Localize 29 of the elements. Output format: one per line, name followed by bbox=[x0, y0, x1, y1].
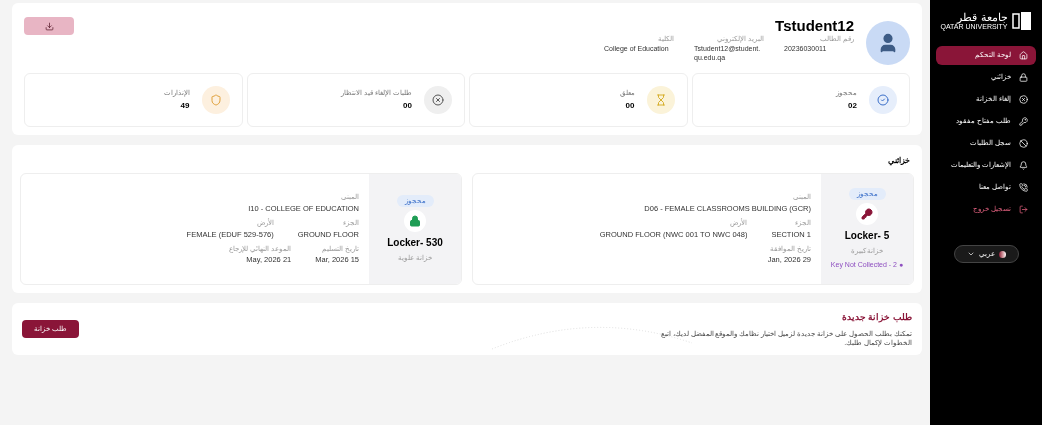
cancel-icon bbox=[432, 94, 444, 106]
key-icon bbox=[861, 208, 873, 221]
stat-value: 02 bbox=[848, 100, 857, 113]
logout-icon bbox=[1019, 205, 1028, 214]
stat-value: 00 bbox=[403, 100, 412, 113]
stat-value: 49 bbox=[180, 100, 190, 113]
section-title: خزائني bbox=[887, 155, 911, 167]
flag-icon bbox=[998, 250, 1006, 258]
student-name: Tstudent12 bbox=[774, 17, 854, 36]
section-title: طلب خزانة جديدة bbox=[842, 311, 912, 325]
shield-icon bbox=[209, 94, 222, 106]
locker-name: Locker- 5 bbox=[844, 229, 890, 244]
download-button[interactable] bbox=[24, 17, 74, 35]
logo-text: جامعة قطر bbox=[957, 12, 1008, 23]
lock-icon bbox=[409, 215, 421, 227]
chevron-down-icon bbox=[966, 250, 975, 258]
cancel-icon bbox=[1019, 95, 1028, 104]
home-icon bbox=[1019, 51, 1028, 60]
check-circle-icon bbox=[877, 94, 889, 106]
bell-icon bbox=[1019, 161, 1028, 170]
logo-icon bbox=[1011, 12, 1032, 30]
phone-icon bbox=[1019, 183, 1028, 192]
key-icon bbox=[1019, 117, 1028, 126]
stat-value: 00 bbox=[625, 100, 635, 113]
lock-icon bbox=[1019, 73, 1028, 82]
download-icon bbox=[44, 21, 54, 31]
ban-icon bbox=[1019, 139, 1028, 148]
hourglass-icon bbox=[654, 94, 667, 106]
locker-name: Locker- 530 bbox=[387, 236, 443, 250]
